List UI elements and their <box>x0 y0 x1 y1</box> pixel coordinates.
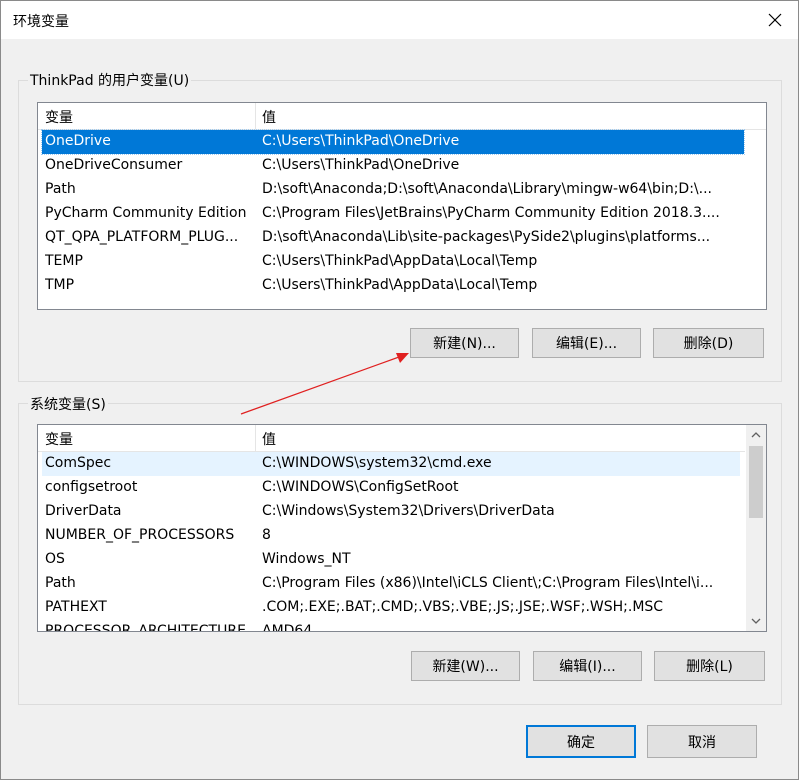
environment-variables-dialog: 环境变量 ThinkPad 的用户变量(U) 变量 值 OneDrive C:\U… <box>0 0 799 780</box>
annotation-arrow-icon <box>240 353 409 415</box>
